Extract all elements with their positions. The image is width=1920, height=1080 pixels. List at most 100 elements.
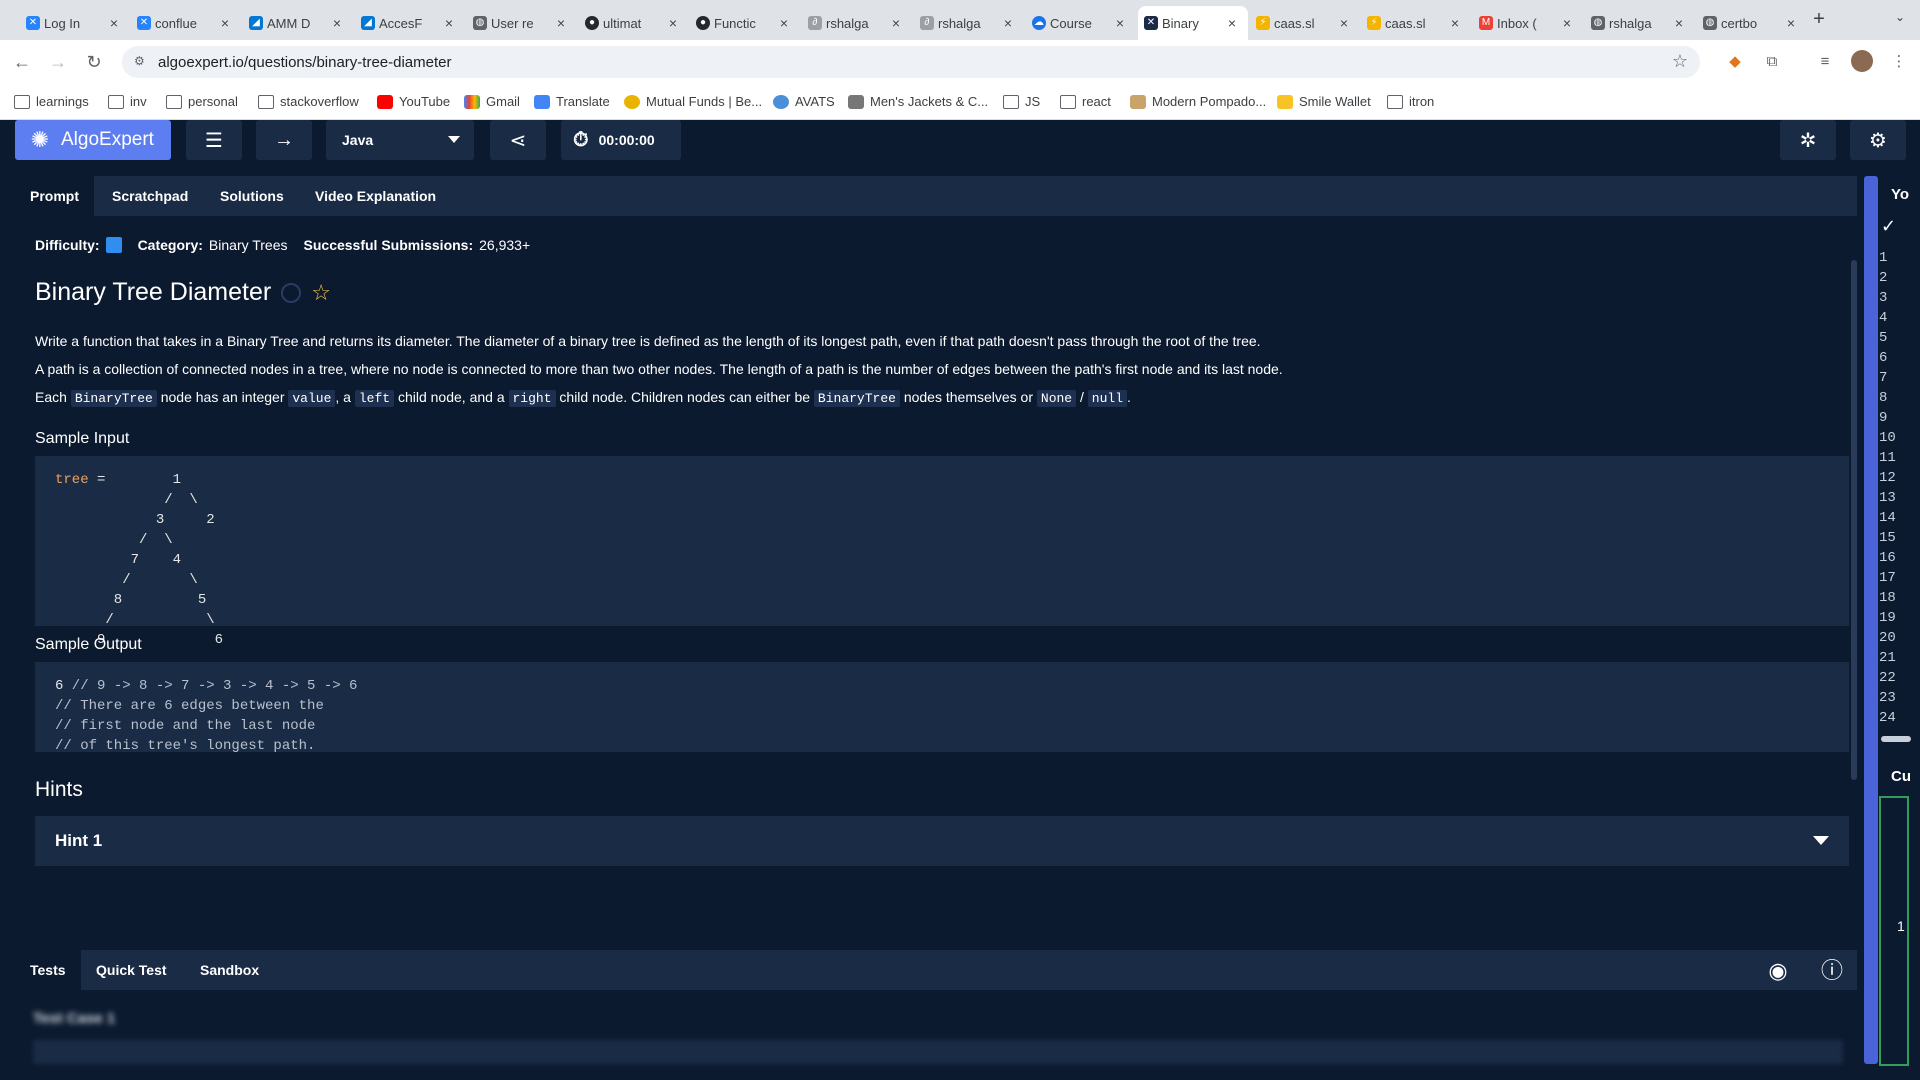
metamask-icon[interactable]: ◆ [1725,52,1745,72]
tab-scratchpad[interactable]: Scratchpad [97,176,203,216]
tab-video-explanation[interactable]: Video Explanation [300,176,451,216]
bookmark-item[interactable]: react [1060,94,1111,109]
tab-search-icon[interactable]: ⌄ [1890,10,1910,30]
browser-tab[interactable]: ◍ User re × [467,6,577,40]
close-icon[interactable]: × [1000,15,1016,31]
bookmark-star-icon[interactable]: ☆ [1672,51,1688,72]
bookmark-item[interactable]: inv [108,94,147,109]
close-icon[interactable]: × [1559,15,1575,31]
algoexpert-logo[interactable]: ✺ AlgoExpert [15,120,171,160]
panel-resize-handle[interactable] [1864,176,1878,1064]
favorite-star-icon[interactable]: ☆ [311,280,331,306]
barber-icon [1130,94,1146,109]
tab-sandbox[interactable]: Sandbox [185,950,274,990]
bookmarks-bar: learnings inv personal stackoverflow You… [0,84,1920,120]
tab-quick-test[interactable]: Quick Test [81,950,182,990]
language-select[interactable]: Java [326,120,474,160]
inline-code: None [1036,390,1077,407]
browser-tab[interactable]: ☁ Course × [1026,6,1136,40]
browser-tab[interactable]: ◍ certbo × [1697,6,1807,40]
browser-tab[interactable]: M Inbox (× [1473,6,1583,40]
share-button[interactable]: ⋖ [490,120,546,160]
bookmark-item[interactable]: Smile Wallet [1277,94,1371,109]
info-icon[interactable]: ⓘ [1819,958,1845,984]
bookmark-item[interactable]: learnings [14,94,89,109]
address-bar[interactable]: ⚙ algoexpert.io/questions/binary-tree-di… [122,46,1700,78]
close-icon[interactable]: × [553,15,569,31]
close-icon[interactable]: × [776,15,792,31]
close-icon[interactable]: × [1336,15,1352,31]
bug-report-button[interactable]: ✲ [1780,120,1836,160]
browser-tab[interactable]: ⚡ caas.sl × [1361,6,1471,40]
close-icon[interactable]: × [665,15,681,31]
line-number: 21 [1879,650,1896,666]
close-icon[interactable]: × [1783,15,1799,31]
tab-solutions[interactable]: Solutions [205,176,299,216]
bookmark-item[interactable]: Gmail [464,94,520,109]
browser-tab[interactable]: ✕ conflue × [131,6,241,40]
tab-prompt[interactable]: Prompt [15,176,94,216]
profile-avatar[interactable] [1851,50,1873,72]
bookmark-item[interactable]: Mutual Funds | Be... [624,94,762,109]
bookmark-item[interactable]: personal [166,94,238,109]
timer-button[interactable]: ⏱ 00:00:00 [561,120,681,160]
browser-menu-icon[interactable]: ⋮ [1889,52,1909,72]
gear-icon: ⚙ [1869,129,1887,152]
next-question-button[interactable]: → [256,120,312,160]
editor-horizontal-scrollbar[interactable] [1881,736,1911,742]
close-icon[interactable]: × [329,15,345,31]
line-number: 12 [1879,470,1896,486]
new-tab-button[interactable]: + [1807,8,1831,32]
bookmark-item[interactable]: itron [1387,94,1434,109]
inline-code: value [288,390,336,407]
line-number: 24 [1879,710,1896,726]
bookmark-item[interactable]: JS [1003,94,1040,109]
browser-tab[interactable]: ◢ AccesF × [355,6,465,40]
close-icon[interactable]: × [217,15,233,31]
url-text[interactable]: algoexpert.io/questions/binary-tree-diam… [158,54,452,71]
bolt-icon: ⚡ [1256,16,1270,30]
browser-tab[interactable]: ∂ rshalga × [802,6,912,40]
bookmark-item[interactable]: Translate [534,94,610,109]
question-list-button[interactable]: ☰ [186,120,242,160]
close-icon[interactable]: × [441,15,457,31]
settings-button[interactable]: ⚙ [1850,120,1906,160]
bookmark-item[interactable]: Modern Pompado... [1130,94,1266,109]
bookmark-item[interactable]: AVATS [773,94,835,109]
hint-1-toggle[interactable]: Hint 1 [35,816,1849,866]
close-icon[interactable]: × [106,15,122,31]
browser-tab[interactable]: ∂ rshalga × [914,6,1024,40]
close-icon[interactable]: × [1224,15,1240,31]
bookmark-item[interactable]: Men's Jackets & C... [848,94,988,109]
browser-tab[interactable]: ◢ AMM D × [243,6,353,40]
close-icon[interactable]: × [1447,15,1463,31]
browser-tab-active[interactable]: ✕ Binary × [1138,6,1248,40]
site-info-icon[interactable]: ⚙ [134,54,150,70]
bookmark-item[interactable]: stackoverflow [258,94,359,109]
completion-circle-icon[interactable] [281,282,302,303]
back-icon[interactable]: ← [10,50,34,74]
reload-icon[interactable]: ↻ [82,50,106,74]
list-icon: ☰ [205,129,223,152]
forward-icon[interactable]: → [46,50,70,74]
sample-output-block: 6 // 9 -> 8 -> 7 -> 3 -> 4 -> 5 -> 6 // … [35,662,1849,754]
bookmark-item[interactable]: YouTube [377,94,450,109]
browser-tab[interactable]: ⚡ caas.sl × [1250,6,1360,40]
close-icon[interactable]: × [888,15,904,31]
browser-tab[interactable]: ● Functic × [690,6,800,40]
browser-tab[interactable]: ✕ Log In × [20,6,130,40]
close-icon[interactable]: × [1671,15,1687,31]
eye-icon[interactable]: ◉ [1765,958,1791,984]
media-control-icon[interactable]: ≡ [1815,52,1835,72]
test-case-row [33,1040,1843,1064]
tab-tests[interactable]: Tests [15,950,81,990]
browser-tab[interactable]: ◍ rshalga × [1585,6,1695,40]
chevron-down-icon [1813,836,1829,845]
check-icon: ✓ [1881,216,1897,236]
browser-tab[interactable]: ● ultimat × [579,6,689,40]
inline-code: BinaryTree [70,390,157,407]
google-icon [464,94,480,109]
line-number: 15 [1879,530,1896,546]
extensions-icon[interactable]: ⧉ [1762,52,1782,72]
close-icon[interactable]: × [1112,15,1128,31]
